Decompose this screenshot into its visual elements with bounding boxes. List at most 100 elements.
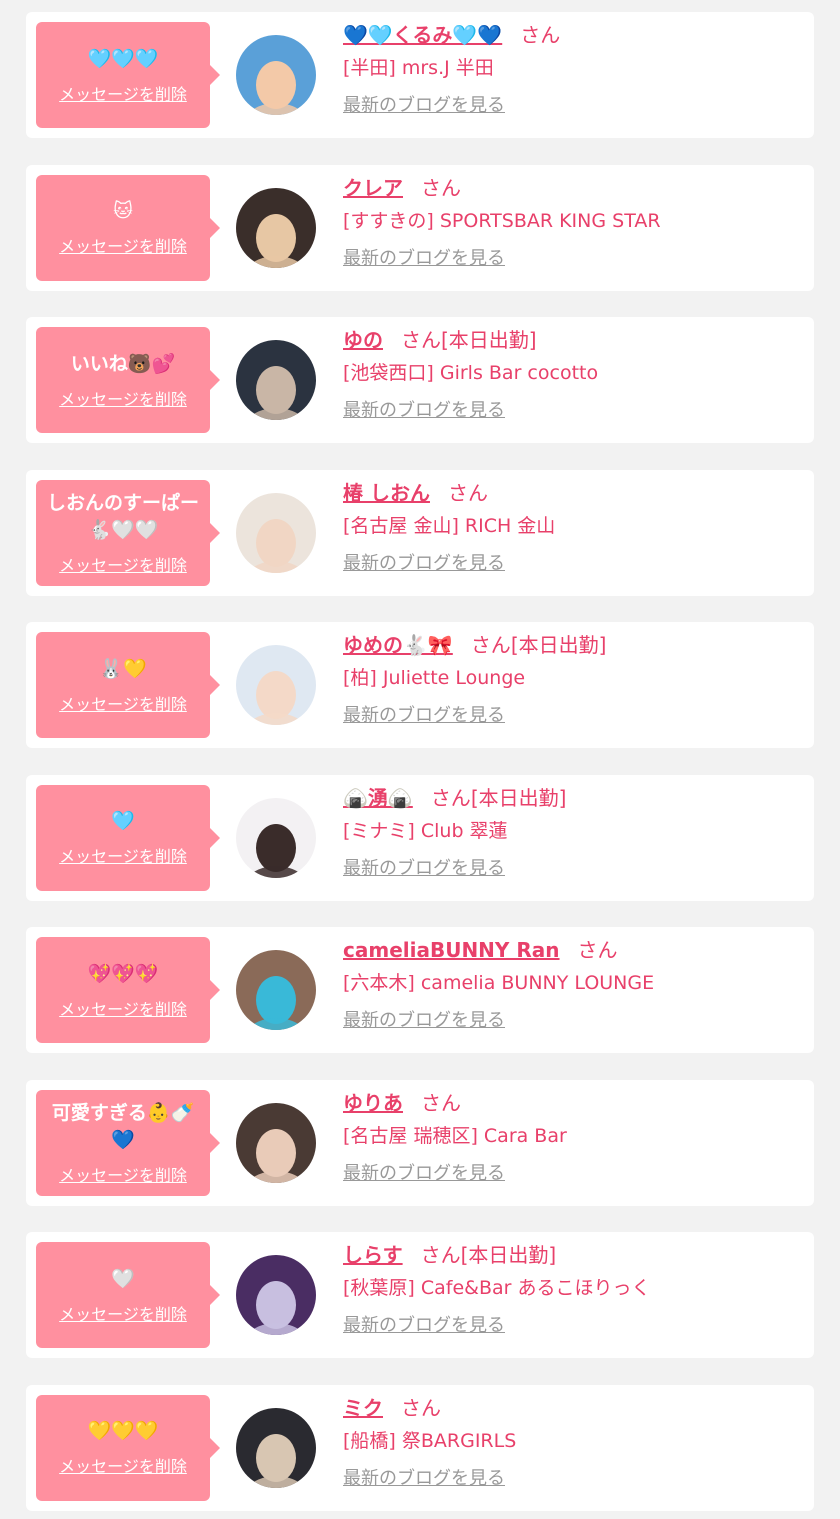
entry-info: 🍙湧🍙 さん[本日出勤] [ミナミ] Club 翠蓮 最新のブログを見る: [343, 783, 804, 881]
avatar-image: [236, 492, 316, 573]
delete-message-link[interactable]: メッセージを削除: [59, 233, 187, 257]
delete-message-link[interactable]: メッセージを削除: [59, 386, 187, 410]
latest-blog-link[interactable]: 最新のブログを見る: [343, 247, 505, 271]
avatar[interactable]: [236, 187, 316, 268]
entry-info: ゆの さん[本日出勤] [池袋西口] Girls Bar cocotto 最新のブログ…: [343, 325, 804, 423]
honorific: さん: [447, 480, 488, 505]
message-bubble: しおんのすーぱー🐇🤍🤍 メッセージを削除: [36, 479, 220, 586]
honorific: さん: [577, 938, 618, 962]
honorific: さん: [421, 175, 461, 200]
latest-blog-link[interactable]: 最新のブログを見る: [343, 704, 505, 728]
message-bubble: いいね🐻💕 メッセージを削除: [36, 327, 220, 433]
message-text: 💖💖💖: [87, 962, 159, 985]
honorific: さん: [430, 785, 471, 810]
avatar[interactable]: [236, 950, 316, 1030]
delete-message-link[interactable]: メッセージを削除: [59, 552, 187, 576]
latest-blog-link[interactable]: 最新のブログを見る: [343, 1467, 505, 1491]
avatar[interactable]: [236, 340, 316, 420]
shop-name: [すすきの] SPORTSBAR KING STAR: [343, 209, 661, 232]
delete-message-link[interactable]: メッセージを削除: [59, 1453, 187, 1477]
honorific: さん: [421, 1090, 461, 1115]
message-text: 🐰💛: [99, 657, 147, 680]
avatar[interactable]: [236, 35, 316, 115]
avatar[interactable]: [236, 1102, 316, 1183]
message-bubble: 🐱 メッセージを削除: [36, 174, 220, 281]
delete-message-link[interactable]: メッセージを削除: [59, 1301, 187, 1325]
honorific: さん: [401, 1395, 441, 1420]
message-card: 🩵 メッセージを削除 🍙湧🍙 さん[本日出勤] [ミナミ] Club 翠蓮 最新のブログを…: [26, 774, 814, 901]
avatar-image: [236, 187, 316, 268]
shop-name: [名古屋 金山] RICH 金山: [343, 514, 556, 537]
cast-name-link[interactable]: しらす: [343, 1243, 403, 1267]
message-card: 可愛すぎる👶🍼💙 メッセージを削除 ゆりあ さん [名古屋 瑞穂区] Cara Bar 最…: [26, 1079, 814, 1206]
shop-name: [名古屋 瑞穂区] Cara Bar: [343, 1124, 567, 1147]
name-line: ゆりあ さん: [343, 1088, 804, 1118]
cast-name-link[interactable]: ゆりあ: [343, 1091, 403, 1115]
cast-name-link[interactable]: 椿 しおん: [343, 481, 430, 505]
avatar-image: [236, 645, 316, 725]
latest-blog-link[interactable]: 最新のブログを見る: [343, 1009, 505, 1033]
message-bubble: 可愛すぎる👶🍼💙 メッセージを削除: [36, 1089, 220, 1196]
avatar-image: [236, 1255, 316, 1335]
avatar-image: [236, 797, 316, 878]
delete-message-link[interactable]: メッセージを削除: [59, 691, 187, 715]
latest-blog-link[interactable]: 最新のブログを見る: [343, 552, 505, 576]
avatar[interactable]: [236, 1407, 316, 1488]
latest-blog-link[interactable]: 最新のブログを見る: [343, 857, 505, 881]
honorific: さん: [420, 1243, 461, 1267]
message-card: 🐰💛 メッセージを削除 ゆめの🐇🎀 さん[本日出勤] [柏] Juliette Loun…: [26, 622, 814, 748]
entry-info: cameliaBUNNY Ran さん [六本木] camelia BUNNY LO…: [343, 935, 804, 1033]
delete-message-link[interactable]: メッセージを削除: [59, 996, 187, 1020]
avatar-image: [236, 340, 316, 420]
message-bubble: 🐰💛 メッセージを削除: [36, 632, 220, 738]
avatar-image: [236, 1102, 316, 1183]
avatar[interactable]: [236, 492, 316, 573]
delete-message-link[interactable]: メッセージを削除: [59, 1162, 187, 1186]
message-bubble: 🤍 メッセージを削除: [36, 1242, 220, 1348]
name-line: ミク さん: [343, 1393, 804, 1423]
name-line: cameliaBUNNY Ran さん: [343, 935, 804, 965]
honorific: さん: [470, 633, 511, 657]
message-card: 🐱 メッセージを削除 クレア さん [すすきの] SPORTSBAR KING STAR…: [26, 164, 814, 291]
avatar[interactable]: [236, 645, 316, 725]
cast-name-link[interactable]: クレア: [343, 176, 403, 200]
shop-name: [池袋西口] Girls Bar cocotto: [343, 362, 599, 384]
latest-blog-link[interactable]: 最新のブログを見る: [343, 399, 505, 423]
latest-blog-link[interactable]: 最新のブログを見る: [343, 1162, 505, 1186]
avatar[interactable]: [236, 1255, 316, 1335]
shop-name: [ミナミ] Club 翠蓮: [343, 819, 508, 842]
message-text: 🩵🩵🩵: [87, 47, 159, 70]
message-text: しおんのすーぱー🐇🤍🤍: [46, 491, 199, 541]
shop-name: [船橋] 祭BARGIRLS: [343, 1429, 517, 1452]
cast-name-link[interactable]: ゆめの🐇🎀: [343, 633, 453, 657]
avatar-image: [236, 950, 316, 1030]
cast-name-link[interactable]: 💙🩵くるみ🩵💙: [343, 23, 502, 47]
entry-info: 椿 しおん さん [名古屋 金山] RICH 金山 最新のブログを見る: [343, 478, 804, 576]
message-card: いいね🐻💕 メッセージを削除 ゆの さん[本日出勤] [池袋西口] Girls Bar …: [26, 317, 814, 443]
message-list: 🩵🩵🩵 メッセージを削除 💙🩵くるみ🩵💙 さん [半田] mrs.J 半田 最新のブログを…: [0, 0, 840, 1519]
name-line: ゆの さん[本日出勤]: [343, 325, 804, 355]
delete-message-link[interactable]: メッセージを削除: [59, 843, 187, 867]
cast-name-link[interactable]: ミク: [343, 1396, 383, 1420]
cast-name-link[interactable]: ゆの: [343, 328, 383, 352]
delete-message-link[interactable]: メッセージを削除: [59, 81, 187, 105]
latest-blog-link[interactable]: 最新のブログを見る: [343, 94, 505, 118]
entry-info: ゆめの🐇🎀 さん[本日出勤] [柏] Juliette Lounge 最新のブログを見…: [343, 630, 804, 728]
entry-info: クレア さん [すすきの] SPORTSBAR KING STAR 最新のブログを見る: [343, 173, 804, 271]
name-line: 💙🩵くるみ🩵💙 さん: [343, 20, 804, 50]
name-line: ゆめの🐇🎀 さん[本日出勤]: [343, 630, 804, 660]
cast-name-link[interactable]: cameliaBUNNY Ran: [343, 938, 560, 962]
message-text: 💛💛💛: [87, 1420, 159, 1442]
message-bubble: 🩵🩵🩵 メッセージを削除: [36, 22, 220, 128]
shop-name: [秋葉原] Cafe&Bar あるこほりっく: [343, 1277, 651, 1299]
name-line: 椿 しおん さん: [343, 478, 804, 508]
avatar[interactable]: [236, 797, 316, 878]
shop-name: [半田] mrs.J 半田: [343, 57, 494, 79]
cast-name-link[interactable]: 🍙湧🍙: [343, 786, 413, 810]
avatar-image: [236, 35, 316, 115]
latest-blog-link[interactable]: 最新のブログを見る: [343, 1314, 505, 1338]
message-text: 🩵: [111, 810, 135, 832]
message-card: 💛💛💛 メッセージを削除 ミク さん [船橋] 祭BARGIRLS 最新のブログを見る: [26, 1384, 814, 1511]
entry-info: 💙🩵くるみ🩵💙 さん [半田] mrs.J 半田 最新のブログを見る: [343, 20, 804, 118]
name-line: クレア さん: [343, 173, 804, 203]
